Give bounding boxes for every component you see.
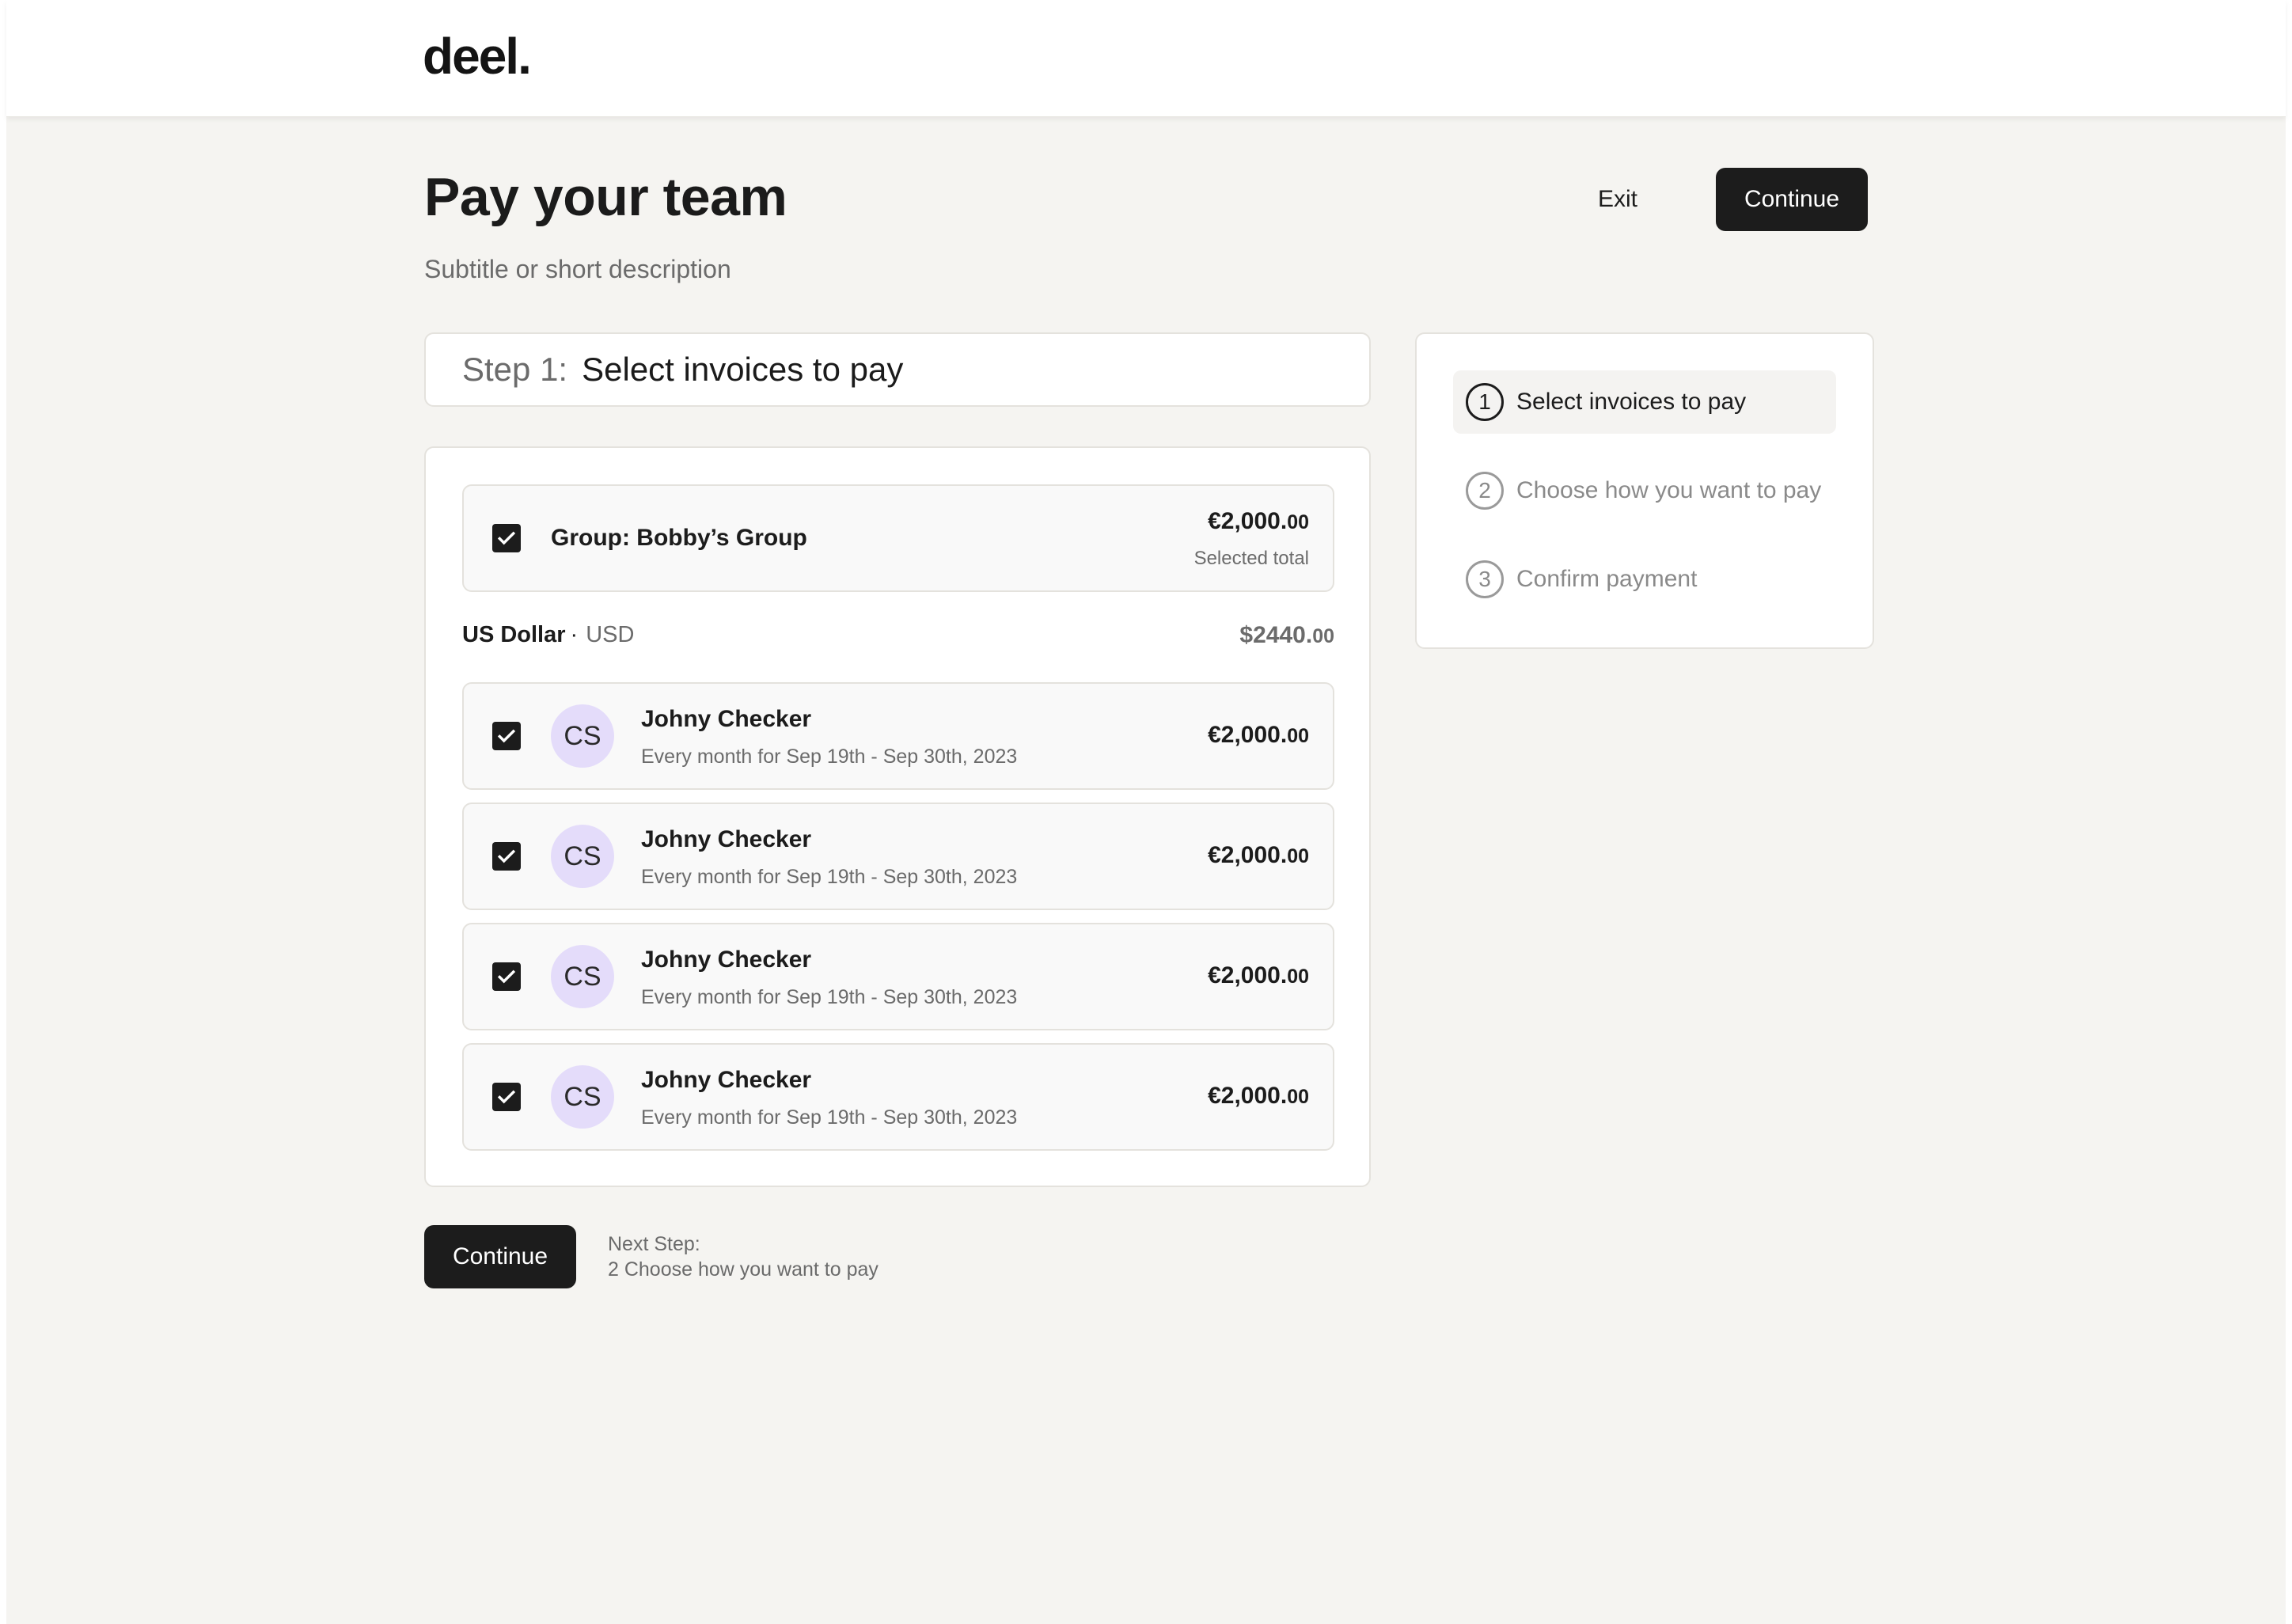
invoice-amount: €2,000.00 xyxy=(1208,722,1309,748)
invoice-name: Johny Checker xyxy=(641,826,812,852)
stepper-label: Choose how you want to pay xyxy=(1516,477,1822,503)
avatar: CS xyxy=(551,825,614,888)
invoice-period: Every month for Sep 19th - Sep 30th, 202… xyxy=(641,986,1018,1008)
step-number-badge: 2 xyxy=(1466,472,1504,510)
page-subtitle: Subtitle or short description xyxy=(424,255,731,283)
next-step-value: 2 Choose how you want to pay xyxy=(608,1258,878,1281)
invoice-period: Every month for Sep 19th - Sep 30th, 202… xyxy=(641,746,1018,768)
checkmark-icon xyxy=(497,969,516,984)
top-navigation-bar: deel. xyxy=(6,0,2286,117)
exit-button[interactable]: Exit xyxy=(1572,168,1664,231)
group-row[interactable]: Group: Bobby’s Group €2,000.00 Selected … xyxy=(462,484,1334,592)
invoice-amount: €2,000.00 xyxy=(1208,1083,1309,1109)
invoice-row[interactable]: CS Johny Checker Every month for Sep 19t… xyxy=(462,682,1334,790)
avatar: CS xyxy=(551,945,614,1008)
invoice-name: Johny Checker xyxy=(641,1067,812,1093)
step-number-badge: 3 xyxy=(1466,560,1504,598)
invoice-row[interactable]: CS Johny Checker Every month for Sep 19t… xyxy=(462,803,1334,910)
checkmark-icon xyxy=(497,849,516,863)
invoice-row[interactable]: CS Johny Checker Every month for Sep 19t… xyxy=(462,1043,1334,1151)
avatar: CS xyxy=(551,704,614,768)
progress-stepper: 1 Select invoices to pay 2 Choose how yo… xyxy=(1415,332,1874,649)
invoice-checkbox[interactable] xyxy=(492,722,521,750)
invoice-amount: €2,000.00 xyxy=(1208,962,1309,988)
checkmark-icon xyxy=(497,729,516,743)
currency-total: $2440.00 xyxy=(1239,622,1334,648)
invoices-card: Group: Bobby’s Group €2,000.00 Selected … xyxy=(424,446,1371,1187)
checkmark-icon xyxy=(497,1090,516,1104)
checkmark-icon xyxy=(497,531,516,545)
invoice-amount: €2,000.00 xyxy=(1208,842,1309,868)
invoice-row[interactable]: CS Johny Checker Every month for Sep 19t… xyxy=(462,923,1334,1030)
step-title: Select invoices to pay xyxy=(582,351,904,388)
invoice-checkbox[interactable] xyxy=(492,842,521,871)
step-header: Step 1: Select invoices to pay xyxy=(424,332,1371,407)
invoice-checkbox[interactable] xyxy=(492,962,521,991)
app-frame: deel. Pay your team Subtitle or short de… xyxy=(6,0,2286,1624)
page-title: Pay your team xyxy=(424,167,787,227)
stepper-item-select-invoices[interactable]: 1 Select invoices to pay xyxy=(1453,370,1836,434)
avatar: CS xyxy=(551,1065,614,1129)
deel-logo[interactable]: deel. xyxy=(423,27,532,85)
invoice-name: Johny Checker xyxy=(641,947,812,973)
currency-name: US Dollar · USD xyxy=(462,622,635,647)
continue-button-bottom[interactable]: Continue xyxy=(424,1225,576,1288)
step-number-badge: 1 xyxy=(1466,383,1504,421)
group-label: Group: Bobby’s Group xyxy=(551,525,807,551)
next-step-hint: Next Step: 2 Choose how you want to pay xyxy=(608,1231,878,1282)
continue-button-top[interactable]: Continue xyxy=(1716,168,1868,231)
invoice-name: Johny Checker xyxy=(641,706,812,732)
stepper-label: Confirm payment xyxy=(1516,566,1698,592)
stepper-label: Select invoices to pay xyxy=(1516,389,1747,415)
stepper-item-confirm-payment[interactable]: 3 Confirm payment xyxy=(1453,548,1836,611)
invoice-checkbox[interactable] xyxy=(492,1083,521,1111)
selected-total-caption: Selected total xyxy=(1193,548,1309,569)
group-checkbox[interactable] xyxy=(492,524,521,552)
stepper-item-choose-payment[interactable]: 2 Choose how you want to pay xyxy=(1453,459,1836,522)
invoice-period: Every month for Sep 19th - Sep 30th, 202… xyxy=(641,1106,1018,1129)
next-step-label: Next Step: xyxy=(608,1233,700,1255)
group-selected-total: €2,000.00 xyxy=(1208,508,1309,534)
step-number-label: Step 1: xyxy=(462,351,568,388)
invoice-period: Every month for Sep 19th - Sep 30th, 202… xyxy=(641,866,1018,888)
currency-header: US Dollar · USD $2440.00 xyxy=(462,622,1334,654)
